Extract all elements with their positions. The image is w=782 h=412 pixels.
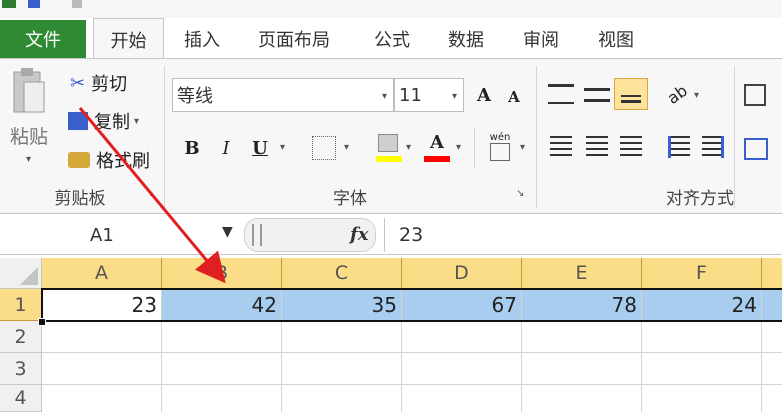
tab-home[interactable]: 开始 <box>93 18 164 60</box>
column-header-e[interactable]: E <box>522 258 642 289</box>
quick-access-toolbar <box>0 0 782 18</box>
redo-icon[interactable] <box>72 0 82 8</box>
font-color-glyph: A <box>430 131 444 153</box>
font-group-label: 字体 <box>333 189 367 209</box>
row-header-4[interactable]: 4 <box>0 385 42 412</box>
border-icon[interactable] <box>312 136 336 160</box>
separator <box>474 128 475 168</box>
font-size-combo[interactable]: 11 ▾ <box>394 78 464 112</box>
font-size-dropdown-icon[interactable]: ▾ <box>452 91 457 102</box>
font-launcher-icon[interactable]: ↘ <box>516 188 524 199</box>
align-top-icon[interactable] <box>548 84 574 104</box>
name-box[interactable]: A1 ▼ <box>0 218 240 252</box>
scissors-icon: ✂ <box>70 72 86 94</box>
copy-label: 复制 <box>94 112 130 133</box>
underline-dropdown-icon[interactable]: ▾ <box>280 142 285 153</box>
tab-insert[interactable]: 插入 <box>184 20 220 58</box>
decrease-indent-icon[interactable] <box>668 136 690 158</box>
fill-color-dropdown-icon[interactable]: ▾ <box>406 142 411 153</box>
increase-indent-icon[interactable] <box>702 136 724 158</box>
cut-label: 剪切 <box>91 74 128 95</box>
tab-file[interactable]: 文件 <box>0 20 86 58</box>
save-icon[interactable] <box>2 0 16 8</box>
row-header-2[interactable]: 2 <box>0 321 42 353</box>
tab-formulas[interactable]: 公式 <box>374 20 410 58</box>
cut-button[interactable]: ✂ 剪切 <box>70 70 127 96</box>
orientation-dropdown-icon[interactable]: ▾ <box>694 90 699 101</box>
copy-button[interactable]: 复制 ▾ <box>68 108 139 134</box>
select-all-triangle-icon <box>20 267 38 285</box>
row-header-3[interactable]: 3 <box>0 353 42 385</box>
align-middle-icon[interactable] <box>584 88 610 102</box>
column-header-a[interactable]: A <box>42 258 162 289</box>
italic-button[interactable]: I <box>214 132 238 164</box>
wrap-text-icon[interactable] <box>744 84 766 106</box>
tab-view[interactable]: 视图 <box>598 20 634 58</box>
paste-dropdown-icon[interactable]: ▾ <box>26 154 31 165</box>
font-name-dropdown-icon[interactable]: ▾ <box>382 91 387 102</box>
formula-input[interactable]: 23 <box>384 218 782 252</box>
align-bottom-lines <box>621 95 641 103</box>
bold-button[interactable]: B <box>180 132 204 164</box>
font-size-value: 11 <box>399 84 422 106</box>
border-dropdown-icon[interactable]: ▾ <box>344 142 349 153</box>
font-color-bar <box>424 156 450 162</box>
format-painter-label: 格式刷 <box>96 151 150 172</box>
phonetic-glyph: wén <box>489 132 511 143</box>
format-painter-button[interactable]: 格式刷 <box>68 147 150 173</box>
paste-label: 粘贴 <box>10 126 49 148</box>
tab-page-layout[interactable]: 页面布局 <box>258 20 330 58</box>
column-header-f[interactable]: F <box>642 258 762 289</box>
tab-data[interactable]: 数据 <box>448 20 484 58</box>
phonetic-dropdown-icon[interactable]: ▾ <box>520 142 525 153</box>
underline-button[interactable]: U <box>248 132 272 164</box>
bucket-icon <box>378 134 398 152</box>
font-name-combo[interactable]: 等线 ▾ <box>172 78 394 112</box>
column-header-c[interactable]: C <box>282 258 402 289</box>
empty-rows[interactable] <box>42 321 782 412</box>
column-header-d[interactable]: D <box>402 258 522 289</box>
clipboard-icon <box>13 68 45 113</box>
paste-button[interactable]: 粘贴 ▾ <box>4 64 56 174</box>
alignment-group-label: 对齐方式 <box>666 189 734 209</box>
row-header-1[interactable]: 1 <box>0 289 42 321</box>
font-name-value: 等线 <box>177 86 213 107</box>
copy-icon <box>68 112 88 130</box>
insert-function-icon[interactable]: fx <box>350 224 368 245</box>
fill-color-icon[interactable] <box>376 132 402 164</box>
clipboard-launcher-icon[interactable]: ↘ <box>146 188 154 199</box>
fill-color-bar <box>376 156 402 162</box>
font-color-dropdown-icon[interactable]: ▾ <box>456 142 461 153</box>
name-box-dropdown-icon[interactable]: ▼ <box>222 224 233 240</box>
merge-center-icon[interactable] <box>744 138 768 160</box>
increase-font-size-icon[interactable]: A <box>470 80 498 110</box>
formula-bar-handle-icon[interactable] <box>252 224 262 246</box>
decrease-font-size-icon[interactable]: A <box>502 84 526 110</box>
phonetic-char-icon <box>490 143 510 161</box>
separator <box>164 66 165 208</box>
column-header-b[interactable]: B <box>162 258 282 289</box>
undo-icon[interactable] <box>28 0 40 8</box>
selection-outline <box>41 288 782 322</box>
align-left-icon[interactable] <box>550 136 572 158</box>
align-right-icon[interactable] <box>620 136 642 158</box>
font-color-icon[interactable]: A <box>424 130 450 164</box>
align-center-icon[interactable] <box>586 136 608 158</box>
column-header-g[interactable] <box>762 258 782 289</box>
clipboard-group-label: 剪贴板 <box>54 189 106 209</box>
name-box-value: A1 <box>90 224 114 246</box>
brush-icon <box>68 152 90 168</box>
fill-handle[interactable] <box>38 318 46 326</box>
copy-dropdown-icon[interactable]: ▾ <box>134 116 139 127</box>
separator <box>536 66 537 208</box>
tab-review[interactable]: 审阅 <box>523 20 559 58</box>
align-bottom-icon[interactable] <box>614 78 648 110</box>
phonetic-guide-icon[interactable]: wén <box>484 130 516 164</box>
select-all-corner[interactable] <box>0 258 42 289</box>
